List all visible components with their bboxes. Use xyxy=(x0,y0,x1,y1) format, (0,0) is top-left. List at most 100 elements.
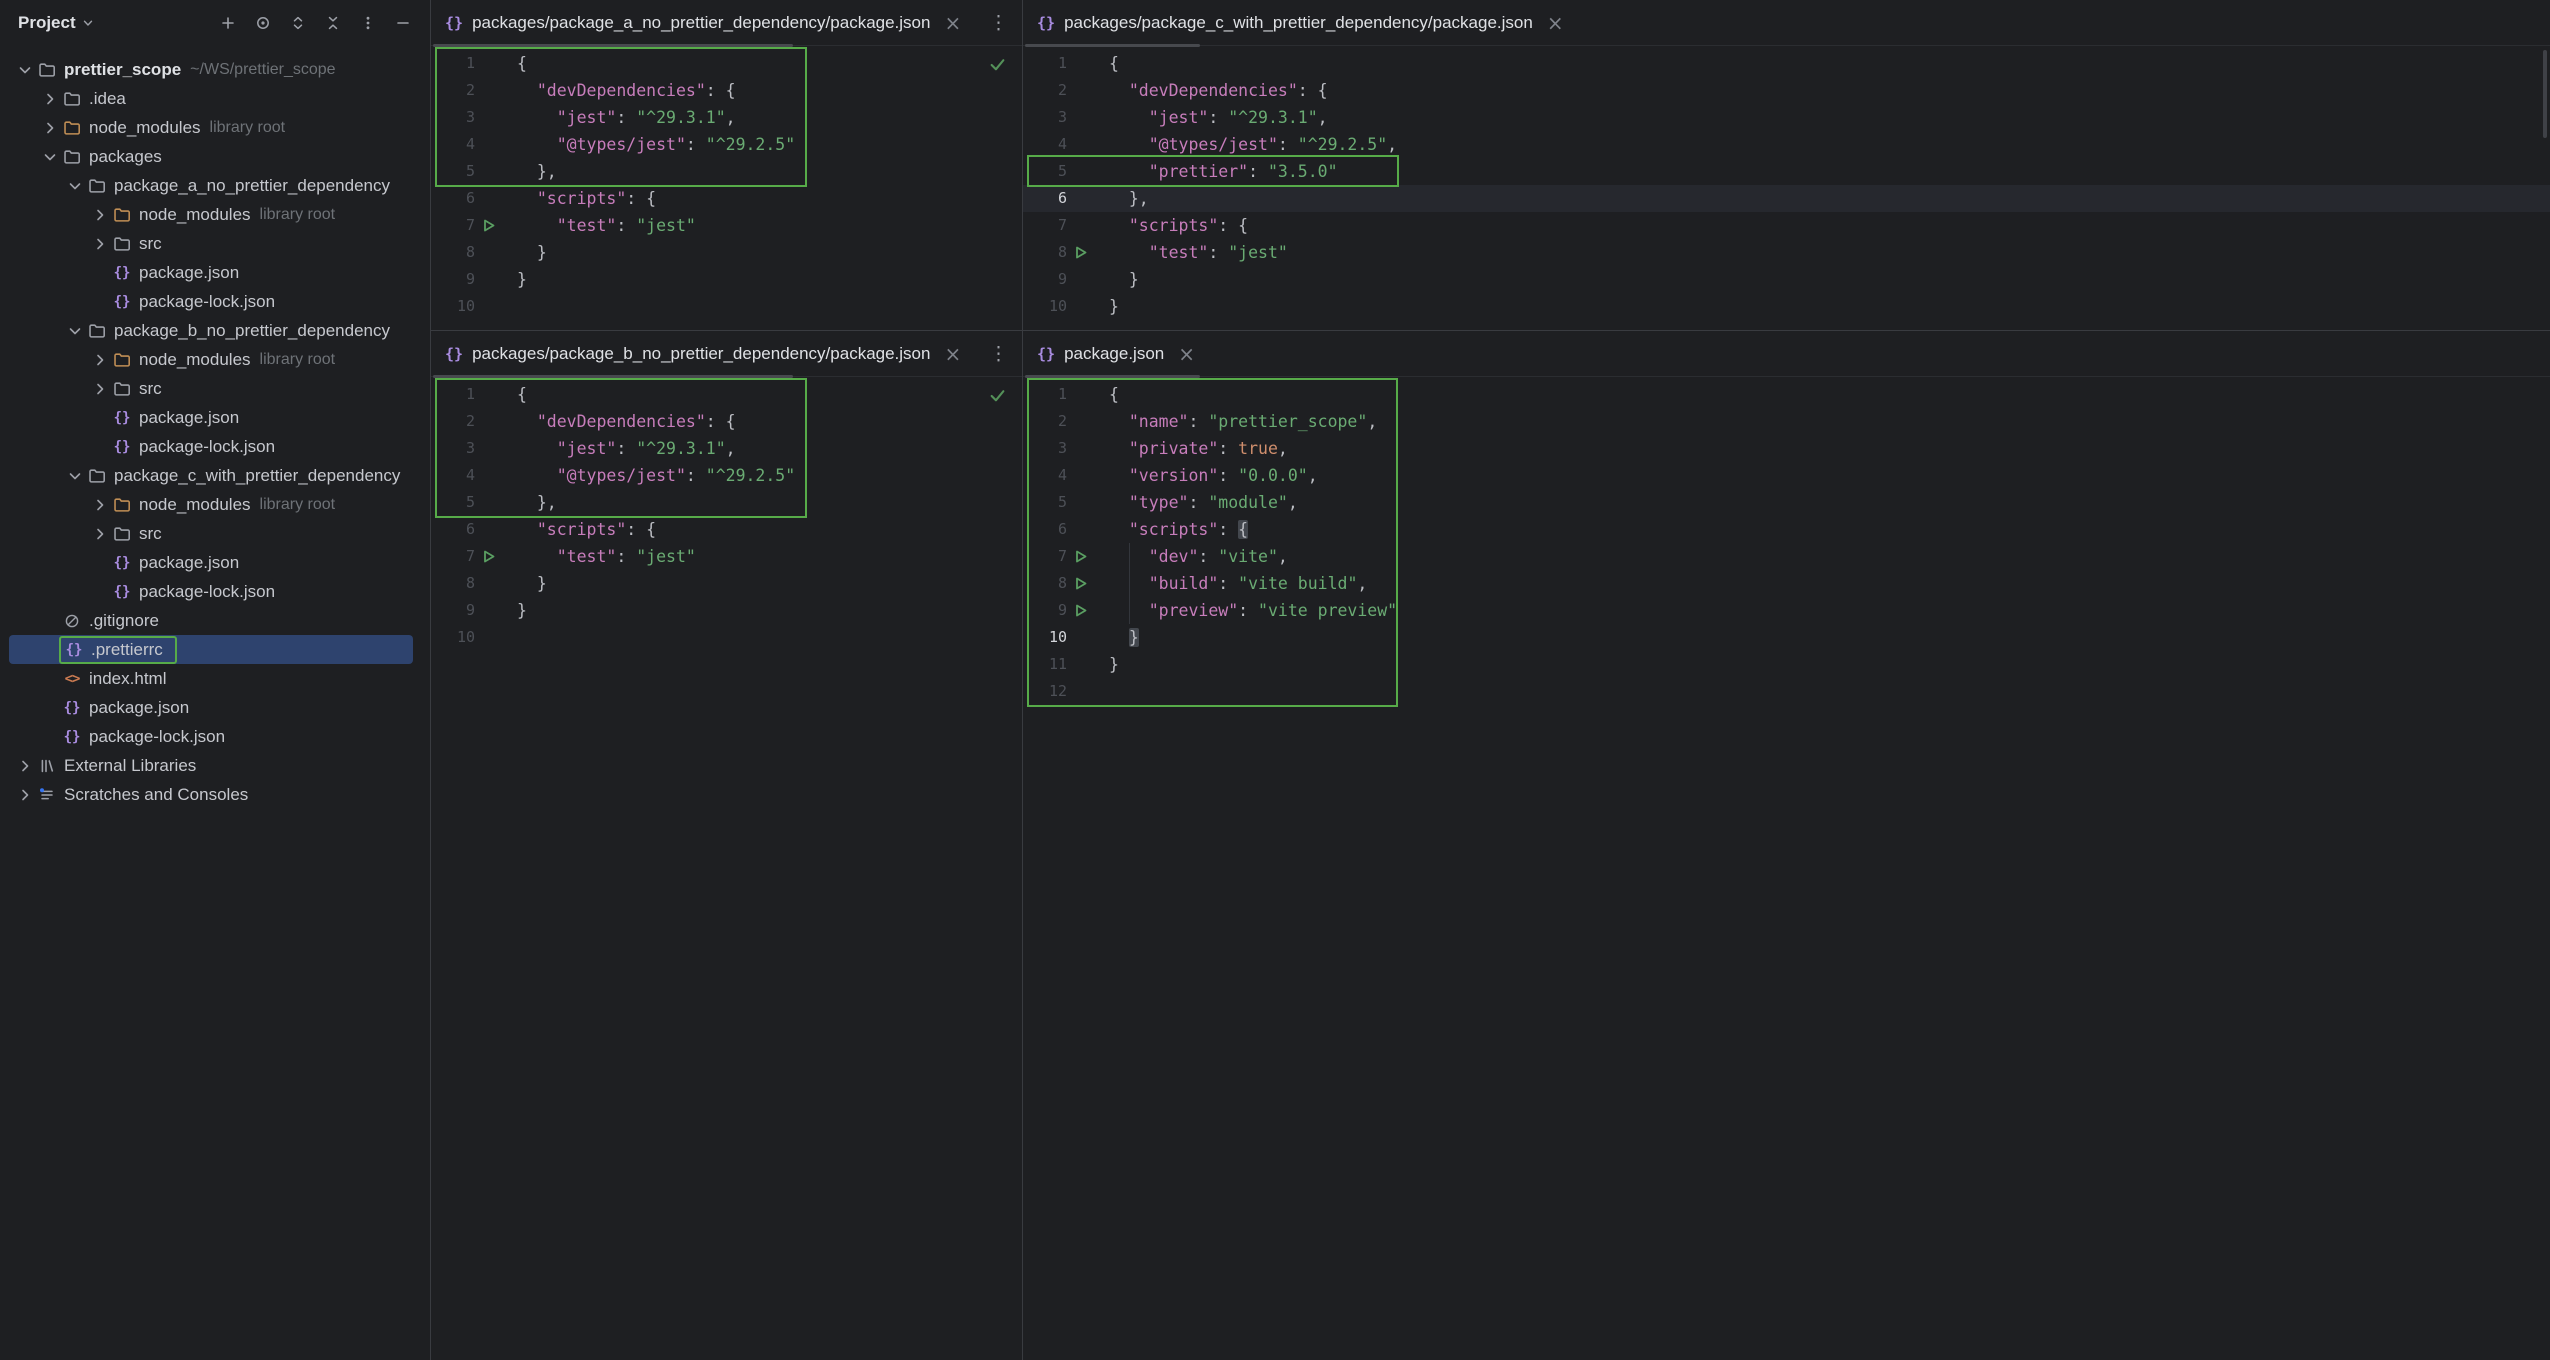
hide-toolwindow-icon[interactable] xyxy=(392,12,414,34)
code-line[interactable]: 4 "@types/jest": "^29.2.5" xyxy=(431,462,1022,489)
code-line[interactable]: 2 "devDependencies": { xyxy=(431,77,1022,104)
expand-all-icon[interactable] xyxy=(287,12,309,34)
tab-scrollbar-thumb[interactable] xyxy=(433,44,793,47)
tree-item-prettier-scope[interactable]: prettier_scope~/WS/prettier_scope xyxy=(0,55,430,84)
code-line[interactable]: 5 }, xyxy=(431,489,1022,516)
chevron-right-icon[interactable] xyxy=(14,755,36,777)
tree-item-src[interactable]: src xyxy=(0,229,430,258)
toolwindow-title[interactable]: Project xyxy=(18,13,76,33)
code-line[interactable]: 4 "version": "0.0.0", xyxy=(1023,462,2550,489)
inspections-ok-icon[interactable] xyxy=(989,56,1006,77)
tree-item-src[interactable]: src xyxy=(0,519,430,548)
code-line[interactable]: 10 xyxy=(431,293,1022,320)
code-line[interactable]: 7 "dev": "vite", xyxy=(1023,543,2550,570)
more-options-icon[interactable]: ⋮ xyxy=(989,13,1008,32)
chevron-down-icon[interactable] xyxy=(64,465,86,487)
code-line[interactable]: 1{ xyxy=(1023,381,2550,408)
chevron-right-icon[interactable] xyxy=(39,88,61,110)
tree-item-node-modules[interactable]: node_moduleslibrary root xyxy=(0,113,430,142)
code-line[interactable]: 6 "scripts": { xyxy=(431,516,1022,543)
run-icon[interactable] xyxy=(1067,570,1095,597)
code-line[interactable]: 8 "build": "vite build", xyxy=(1023,570,2550,597)
editor-body[interactable]: 1{2 "devDependencies": {3 "jest": "^29.3… xyxy=(431,46,1022,330)
chevron-down-icon[interactable] xyxy=(14,59,36,81)
tab-scrollbar-thumb[interactable] xyxy=(1025,44,1200,47)
tab-scrollbar-thumb[interactable] xyxy=(1025,375,1200,378)
editor-scrollbar-thumb[interactable] xyxy=(2543,50,2547,138)
code-line[interactable]: 7 "test": "jest" xyxy=(431,212,1022,239)
tree-item-node-modules[interactable]: node_moduleslibrary root xyxy=(0,490,430,519)
tree-item-package-lock-json[interactable]: {}package-lock.json xyxy=(0,432,430,461)
chevron-right-icon[interactable] xyxy=(14,784,36,806)
tab-scrollbar-thumb[interactable] xyxy=(433,375,793,378)
run-icon[interactable] xyxy=(1067,543,1095,570)
chevron-right-icon[interactable] xyxy=(89,349,111,371)
editor-body[interactable]: 1{2 "name": "prettier_scope",3 "private"… xyxy=(1023,377,2550,1360)
editor-tab[interactable]: {} packages/package_a_no_prettier_depend… xyxy=(431,0,973,45)
tree-item-package-lock-json[interactable]: {}package-lock.json xyxy=(0,287,430,316)
tree-item-index-html[interactable]: <>index.html xyxy=(0,664,430,693)
editor-body[interactable]: 1{2 "devDependencies": {3 "jest": "^29.3… xyxy=(431,377,1022,1360)
editor-tab[interactable]: {} packages/package_b_no_prettier_depend… xyxy=(431,331,973,376)
chevron-right-icon[interactable] xyxy=(89,523,111,545)
tree-item-package-json[interactable]: {}package.json xyxy=(0,258,430,287)
chevron-down-icon[interactable] xyxy=(81,16,95,30)
code-line[interactable]: 5 "prettier": "3.5.0" xyxy=(1023,158,2550,185)
close-icon[interactable]: × xyxy=(944,13,961,33)
chevron-right-icon[interactable] xyxy=(39,117,61,139)
code-line[interactable]: 10 } xyxy=(1023,624,2550,651)
run-icon[interactable] xyxy=(1067,597,1095,624)
close-icon[interactable]: × xyxy=(1178,344,1195,364)
editor-tab[interactable]: {} package.json × xyxy=(1023,331,1207,376)
code-line[interactable]: 4 "@types/jest": "^29.2.5" xyxy=(431,131,1022,158)
code-line[interactable]: 12 xyxy=(1023,678,2550,705)
code-line[interactable]: 9} xyxy=(431,266,1022,293)
code-line[interactable]: 6 "scripts": { xyxy=(431,185,1022,212)
close-icon[interactable]: × xyxy=(1547,13,1564,33)
code-line[interactable]: 5 "type": "module", xyxy=(1023,489,2550,516)
code-line[interactable]: 11} xyxy=(1023,651,2550,678)
editor-body[interactable]: 1{2 "devDependencies": {3 "jest": "^29.3… xyxy=(1023,46,2550,330)
collapse-all-icon[interactable] xyxy=(322,12,344,34)
chevron-right-icon[interactable] xyxy=(89,378,111,400)
code-line[interactable]: 8 } xyxy=(431,570,1022,597)
chevron-down-icon[interactable] xyxy=(39,146,61,168)
tree-item-packages[interactable]: packages xyxy=(0,142,430,171)
code-line[interactable]: 7 "scripts": { xyxy=(1023,212,2550,239)
chevron-down-icon[interactable] xyxy=(64,175,86,197)
tree-item-package-json[interactable]: {}package.json xyxy=(0,403,430,432)
add-icon[interactable] xyxy=(217,12,239,34)
tree-item-package-json[interactable]: {}package.json xyxy=(0,548,430,577)
code-line[interactable]: 2 "devDependencies": { xyxy=(431,408,1022,435)
run-icon[interactable] xyxy=(475,543,503,570)
tree-item-src[interactable]: src xyxy=(0,374,430,403)
code-line[interactable]: 9 } xyxy=(1023,266,2550,293)
tree-item-package-c-with-prettier-dependency[interactable]: package_c_with_prettier_dependency xyxy=(0,461,430,490)
code-line[interactable]: 8 "test": "jest" xyxy=(1023,239,2550,266)
tree-item-external-libraries[interactable]: External Libraries xyxy=(0,751,430,780)
code-line[interactable]: 4 "@types/jest": "^29.2.5", xyxy=(1023,131,2550,158)
tree-item-package-b-no-prettier-dependency[interactable]: package_b_no_prettier_dependency xyxy=(0,316,430,345)
code-line[interactable]: 1{ xyxy=(431,381,1022,408)
code-line[interactable]: 3 "jest": "^29.3.1", xyxy=(431,104,1022,131)
chevron-right-icon[interactable] xyxy=(89,233,111,255)
code-line[interactable]: 7 "test": "jest" xyxy=(431,543,1022,570)
code-line[interactable]: 9} xyxy=(431,597,1022,624)
close-icon[interactable]: × xyxy=(944,344,961,364)
code-line[interactable]: 5 }, xyxy=(431,158,1022,185)
code-line[interactable]: 9 "preview": "vite preview" xyxy=(1023,597,2550,624)
tree-item--idea[interactable]: .idea xyxy=(0,84,430,113)
run-icon[interactable] xyxy=(475,212,503,239)
editor-tab[interactable]: {} packages/package_c_with_prettier_depe… xyxy=(1023,0,1576,45)
tree-item-node-modules[interactable]: node_moduleslibrary root xyxy=(0,345,430,374)
chevron-right-icon[interactable] xyxy=(89,494,111,516)
more-options-icon[interactable]: ⋮ xyxy=(989,344,1008,363)
tree-item-package-lock-json[interactable]: {}package-lock.json xyxy=(0,722,430,751)
tree-item-node-modules[interactable]: node_moduleslibrary root xyxy=(0,200,430,229)
code-line[interactable]: 8 } xyxy=(431,239,1022,266)
locate-opened-file-icon[interactable] xyxy=(252,12,274,34)
inspections-ok-icon[interactable] xyxy=(989,387,1006,408)
code-line[interactable]: 2 "devDependencies": { xyxy=(1023,77,2550,104)
chevron-right-icon[interactable] xyxy=(89,204,111,226)
code-line[interactable]: 10 xyxy=(431,624,1022,651)
